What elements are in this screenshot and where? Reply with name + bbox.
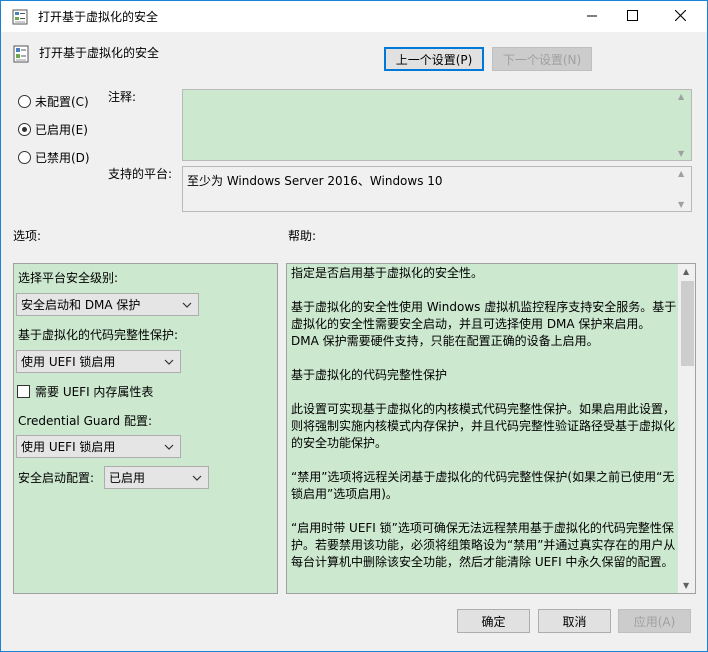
scroll-up-icon[interactable]: ▲	[678, 92, 684, 101]
radio-enabled[interactable]: 已启用(E)	[18, 121, 88, 138]
platform-value: 至少为 Windows Server 2016、Windows 10	[187, 174, 443, 188]
credential-guard-label: Credential Guard 配置:	[18, 414, 153, 428]
select-value: 安全启动和 DMA 保护	[21, 298, 141, 312]
secure-launch-label: 安全启动配置:	[18, 471, 95, 485]
cancel-button[interactable]: 取消	[538, 609, 611, 633]
scroll-thumb[interactable]	[681, 281, 694, 366]
platform-scrollbar[interactable]: ▲ ▼	[674, 167, 691, 211]
help-panel: 指定是否启用基于虚拟化的安全性。 基于虚拟化的安全性使用 Windows 虚拟机…	[286, 263, 696, 594]
help-section-label: 帮助:	[288, 229, 317, 243]
scroll-down-icon[interactable]: ▼	[678, 200, 684, 209]
radio-label: 已启用(E)	[35, 123, 88, 137]
help-paragraph: “禁用”选项将远程关闭基于虚拟化的代码完整性保护(如果之前已使用“无锁启用”选项…	[291, 470, 675, 501]
platform-textbox: 至少为 Windows Server 2016、Windows 10 ▲ ▼	[182, 166, 692, 212]
radio-circle[interactable]	[18, 151, 31, 164]
title-bar: 打开基于虚拟化的安全	[1, 1, 707, 32]
help-text: 指定是否启用基于虚拟化的安全性。 基于虚拟化的安全性使用 Windows 虚拟机…	[291, 265, 677, 588]
options-panel: 选择平台安全级别: 安全启动和 DMA 保护 基于虚拟化的代码完整性保护: 使用…	[13, 263, 278, 594]
help-paragraph: 基于虚拟化的安全性使用 Windows 虚拟机监控程序支持安全服务。基于虚拟化的…	[291, 300, 677, 348]
comment-label: 注释:	[108, 90, 137, 104]
scroll-up-icon[interactable]: ▲	[678, 169, 684, 178]
policy-setting-window: 打开基于虚拟化的安全 打开基于虚拟化的安全 上一个设置(P) 下一个设置(N) …	[0, 0, 708, 652]
close-button[interactable]	[657, 1, 703, 32]
apply-button[interactable]: 应用(A)	[618, 609, 691, 633]
chevron-down-icon	[164, 441, 174, 455]
help-paragraph: “启用时带 UEFI 锁”选项可确保无法远程禁用基于虚拟化的代码完整性保护。若要…	[291, 521, 676, 569]
options-section-label: 选项:	[13, 229, 42, 243]
next-setting-button[interactable]: 下一个设置(N)	[492, 47, 592, 71]
code-integrity-select[interactable]: 使用 UEFI 锁启用	[16, 350, 181, 373]
maximize-button[interactable]	[609, 1, 655, 32]
policy-icon	[12, 9, 28, 25]
help-scrollbar[interactable]: ▲ ▼	[678, 264, 695, 593]
select-value: 使用 UEFI 锁启用	[21, 355, 116, 369]
secure-launch-select[interactable]: 已启用	[104, 466, 209, 489]
radio-disabled[interactable]: 已禁用(D)	[18, 149, 90, 166]
platform-level-label: 选择平台安全级别:	[18, 271, 119, 285]
select-value: 已启用	[109, 471, 146, 485]
comment-textarea[interactable]: ▲ ▼	[182, 89, 692, 161]
radio-not-configured[interactable]: 未配置(C)	[18, 93, 89, 110]
help-paragraph: 此设置可实现基于虚拟化的内核模式代码完整性保护。如果启用此设置，则将强制实施内核…	[291, 402, 676, 450]
platform-label: 支持的平台:	[108, 167, 173, 181]
setting-name: 打开基于虚拟化的安全	[39, 46, 160, 60]
minimize-icon	[587, 10, 597, 24]
help-paragraph: 基于虚拟化的代码完整性保护	[291, 368, 448, 382]
radio-circle[interactable]	[18, 95, 31, 108]
memory-table-checkbox-row[interactable]: 需要 UEFI 内存属性表	[17, 383, 153, 400]
memory-table-checkbox[interactable]	[17, 385, 30, 398]
select-value: 使用 UEFI 锁启用	[21, 440, 116, 454]
platform-level-select[interactable]: 安全启动和 DMA 保护	[16, 293, 199, 316]
previous-setting-button[interactable]: 上一个设置(P)	[384, 47, 484, 71]
ok-button[interactable]: 确定	[457, 609, 530, 633]
radio-label: 已禁用(D)	[35, 151, 90, 165]
scroll-down-icon[interactable]: ▼	[683, 581, 689, 590]
radio-circle[interactable]	[18, 123, 31, 136]
policy-setting-icon	[13, 45, 29, 63]
maximize-icon	[626, 9, 638, 24]
chevron-down-icon	[182, 299, 192, 313]
help-paragraph: 指定是否启用基于虚拟化的安全性。	[291, 266, 484, 280]
radio-label: 未配置(C)	[35, 95, 89, 109]
close-icon	[674, 9, 686, 24]
chevron-down-icon	[192, 472, 202, 486]
credential-guard-select[interactable]: 使用 UEFI 锁启用	[16, 435, 181, 458]
code-integrity-label: 基于虚拟化的代码完整性保护:	[18, 328, 179, 342]
chevron-down-icon	[164, 356, 174, 370]
checkbox-label: 需要 UEFI 内存属性表	[35, 385, 154, 399]
scroll-up-icon[interactable]: ▲	[683, 267, 689, 276]
scroll-down-icon[interactable]: ▼	[678, 149, 684, 158]
window-title: 打开基于虚拟化的安全	[38, 10, 159, 24]
comment-scrollbar[interactable]: ▲ ▼	[674, 90, 691, 160]
